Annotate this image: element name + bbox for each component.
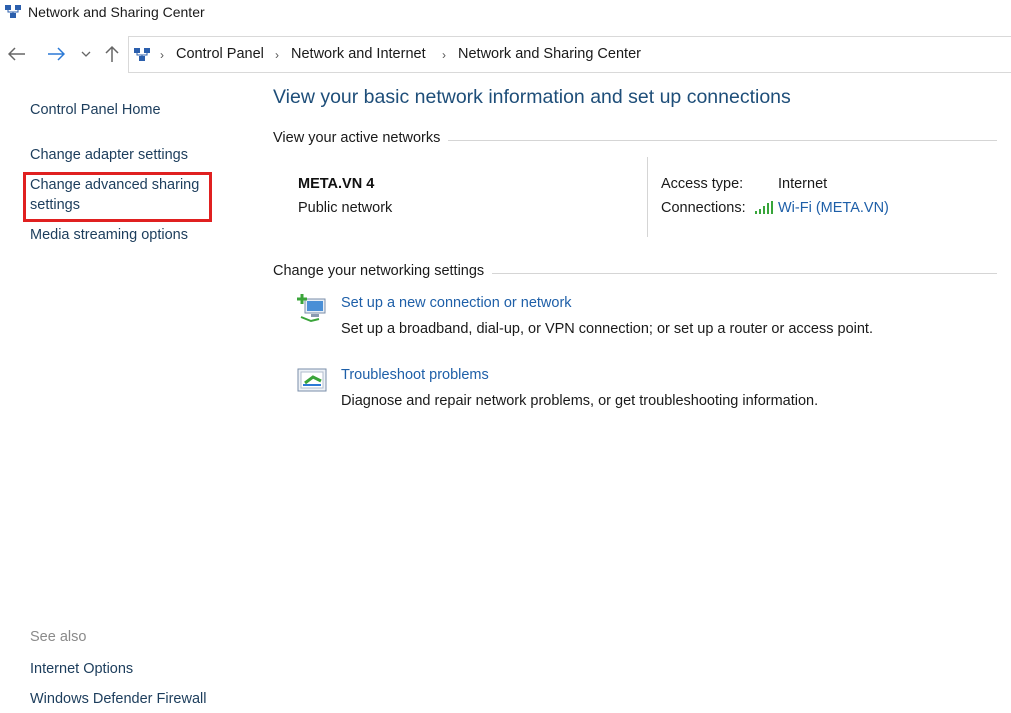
sidebar-item-media-streaming-options[interactable]: Media streaming options <box>30 225 188 245</box>
back-button[interactable] <box>7 44 27 64</box>
connections-label: Connections: <box>661 200 746 216</box>
wifi-connection-link[interactable]: Wi-Fi (META.VN) <box>754 200 889 216</box>
forward-arrow-icon <box>48 47 65 61</box>
wifi-signal-icon <box>755 201 773 214</box>
forward-button[interactable] <box>46 44 66 64</box>
address-bar[interactable]: › Control Panel › Network and Internet ›… <box>128 36 1011 73</box>
network-sharing-icon <box>4 3 22 21</box>
sidebar-item-control-panel-home[interactable]: Control Panel Home <box>30 100 161 120</box>
setup-new-connection-link[interactable]: Set up a new connection or network <box>341 295 572 311</box>
troubleshoot-icon <box>297 367 329 395</box>
wifi-connection-label[interactable]: Wi-Fi (META.VN) <box>778 200 889 216</box>
page-title: View your basic network information and … <box>273 86 791 108</box>
network-type: Public network <box>298 200 393 216</box>
chevron-right-icon[interactable]: › <box>442 48 446 62</box>
chevron-right-icon[interactable]: › <box>275 48 279 62</box>
divider <box>647 157 648 237</box>
back-arrow-icon <box>8 47 25 61</box>
new-connection-icon <box>297 293 329 323</box>
up-arrow-icon <box>105 45 119 62</box>
recent-locations-button[interactable] <box>77 44 95 64</box>
network-name: META.VN 4 <box>298 176 375 192</box>
breadcrumb-network-and-internet[interactable]: Network and Internet <box>291 46 426 62</box>
setup-new-connection-description: Set up a broadband, dial-up, or VPN conn… <box>341 321 873 337</box>
chevron-down-icon <box>81 51 91 57</box>
access-type-value: Internet <box>778 176 828 192</box>
up-button[interactable] <box>102 44 122 64</box>
breadcrumb-network-and-sharing-center[interactable]: Network and Sharing Center <box>458 46 641 62</box>
troubleshoot-problems-link[interactable]: Troubleshoot problems <box>341 367 489 383</box>
see-also-heading: See also <box>30 629 87 645</box>
sidebar-item-change-adapter-settings[interactable]: Change adapter settings <box>30 145 188 165</box>
see-also-internet-options[interactable]: Internet Options <box>30 659 133 679</box>
title-bar: Network and Sharing Center <box>0 0 1011 26</box>
highlight-box <box>23 172 212 222</box>
breadcrumb-control-panel[interactable]: Control Panel <box>176 46 264 62</box>
control-panel-icon <box>133 46 151 64</box>
troubleshoot-problems-description: Diagnose and repair network problems, or… <box>341 393 819 409</box>
active-networks-section: View your active networks <box>273 130 997 150</box>
see-also-windows-defender-firewall[interactable]: Windows Defender Firewall <box>30 689 206 709</box>
section-header: View your active networks <box>273 130 449 146</box>
chevron-right-icon[interactable]: › <box>160 48 164 62</box>
window-title: Network and Sharing Center <box>28 4 205 20</box>
section-header: Change your networking settings <box>273 263 493 279</box>
networking-settings-section: Change your networking settings <box>273 263 997 283</box>
access-type-label: Access type: <box>661 176 744 192</box>
